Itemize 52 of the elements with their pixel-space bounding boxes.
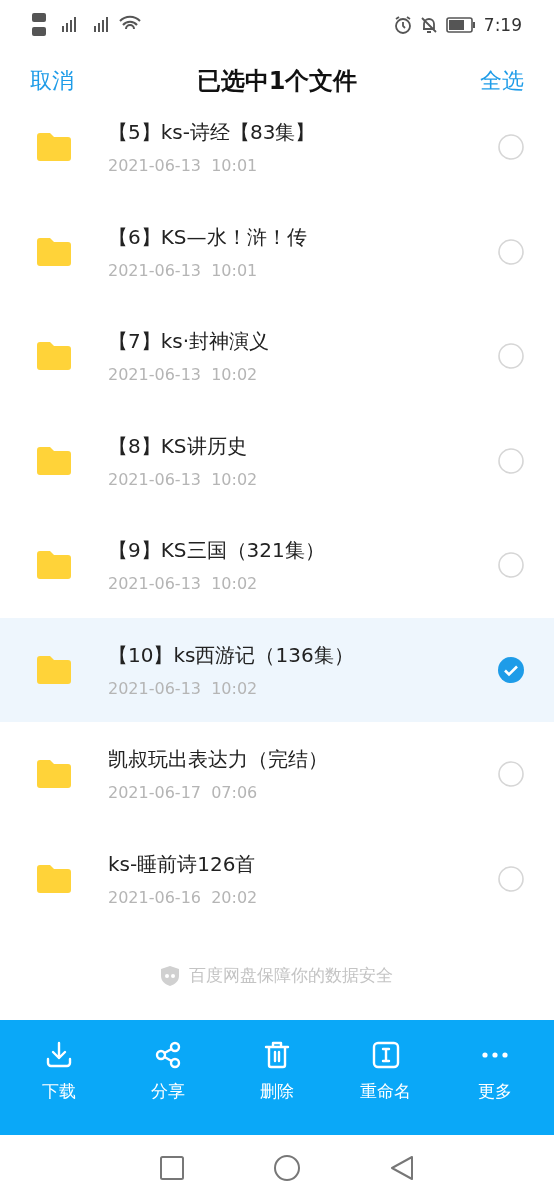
checked-circle[interactable] bbox=[498, 656, 524, 683]
file-name: 【6】KS—水！浒！传 bbox=[108, 223, 308, 251]
security-note: 百度网盘保障你的数据安全 bbox=[189, 964, 393, 987]
file-date: 2021-06-13 10:02 bbox=[108, 678, 259, 698]
select-all-button[interactable]: 全选 bbox=[480, 66, 524, 96]
rename-icon bbox=[370, 1040, 401, 1070]
battery-icon bbox=[445, 17, 476, 33]
file-name: ks-睡前诗126首 bbox=[108, 850, 257, 878]
file-date: 2021-06-13 10:02 bbox=[108, 365, 259, 385]
folder-icon bbox=[37, 237, 71, 266]
unchecked-circle[interactable] bbox=[498, 238, 524, 265]
unchecked-circle[interactable] bbox=[498, 343, 524, 370]
folder-icon bbox=[37, 133, 71, 162]
folder-icon bbox=[37, 864, 71, 893]
home-icon[interactable] bbox=[274, 1154, 300, 1181]
back-icon[interactable] bbox=[390, 1154, 414, 1181]
more-icon bbox=[481, 1052, 508, 1058]
unchecked-circle[interactable] bbox=[498, 447, 524, 474]
file-date: 2021-06-13 10:01 bbox=[108, 156, 259, 176]
file-name: 【10】ks西游记（136集） bbox=[108, 641, 355, 669]
share-button[interactable]: 分享 bbox=[118, 1040, 219, 1103]
shield-icon bbox=[161, 965, 179, 986]
folder-icon bbox=[37, 342, 71, 371]
folder-icon bbox=[37, 760, 71, 789]
unchecked-circle[interactable] bbox=[498, 552, 524, 579]
bell-off-icon bbox=[419, 16, 438, 34]
unchecked-circle[interactable] bbox=[498, 761, 524, 788]
folder-icon bbox=[37, 446, 71, 475]
file-date: 2021-06-13 10:02 bbox=[108, 574, 259, 594]
page-title: 已选中1个文件 bbox=[196, 66, 358, 97]
rename-button[interactable]: 重命名 bbox=[335, 1040, 436, 1103]
delete-button[interactable]: 删除 bbox=[227, 1040, 327, 1103]
status-time: 7:19 bbox=[483, 15, 522, 35]
cancel-button[interactable]: 取消 bbox=[30, 66, 74, 96]
file-date: 2021-06-16 20:02 bbox=[108, 887, 259, 907]
file-date: 2021-06-13 10:01 bbox=[108, 260, 259, 280]
folder-icon bbox=[37, 655, 71, 684]
trash-icon bbox=[262, 1040, 292, 1070]
recent-apps-icon[interactable] bbox=[160, 1155, 184, 1180]
unchecked-circle[interactable] bbox=[498, 865, 524, 892]
file-name: 【9】KS三国（321集） bbox=[108, 537, 326, 565]
file-name: 【7】ks·封神演义 bbox=[108, 328, 271, 356]
file-name: 【5】ks-诗经【83集】 bbox=[108, 119, 317, 147]
file-name: 凯叔玩出表达力（完结） bbox=[108, 746, 329, 774]
download-button[interactable]: 下载 bbox=[9, 1040, 110, 1103]
folder-icon bbox=[37, 551, 71, 580]
file-name: 【8】KS讲历史 bbox=[108, 432, 248, 460]
file-date: 2021-06-17 07:06 bbox=[108, 783, 259, 803]
more-button[interactable]: 更多 bbox=[444, 1040, 545, 1103]
file-date: 2021-06-13 10:02 bbox=[108, 469, 259, 489]
unchecked-circle[interactable] bbox=[498, 134, 524, 161]
alarm-icon bbox=[393, 16, 412, 34]
